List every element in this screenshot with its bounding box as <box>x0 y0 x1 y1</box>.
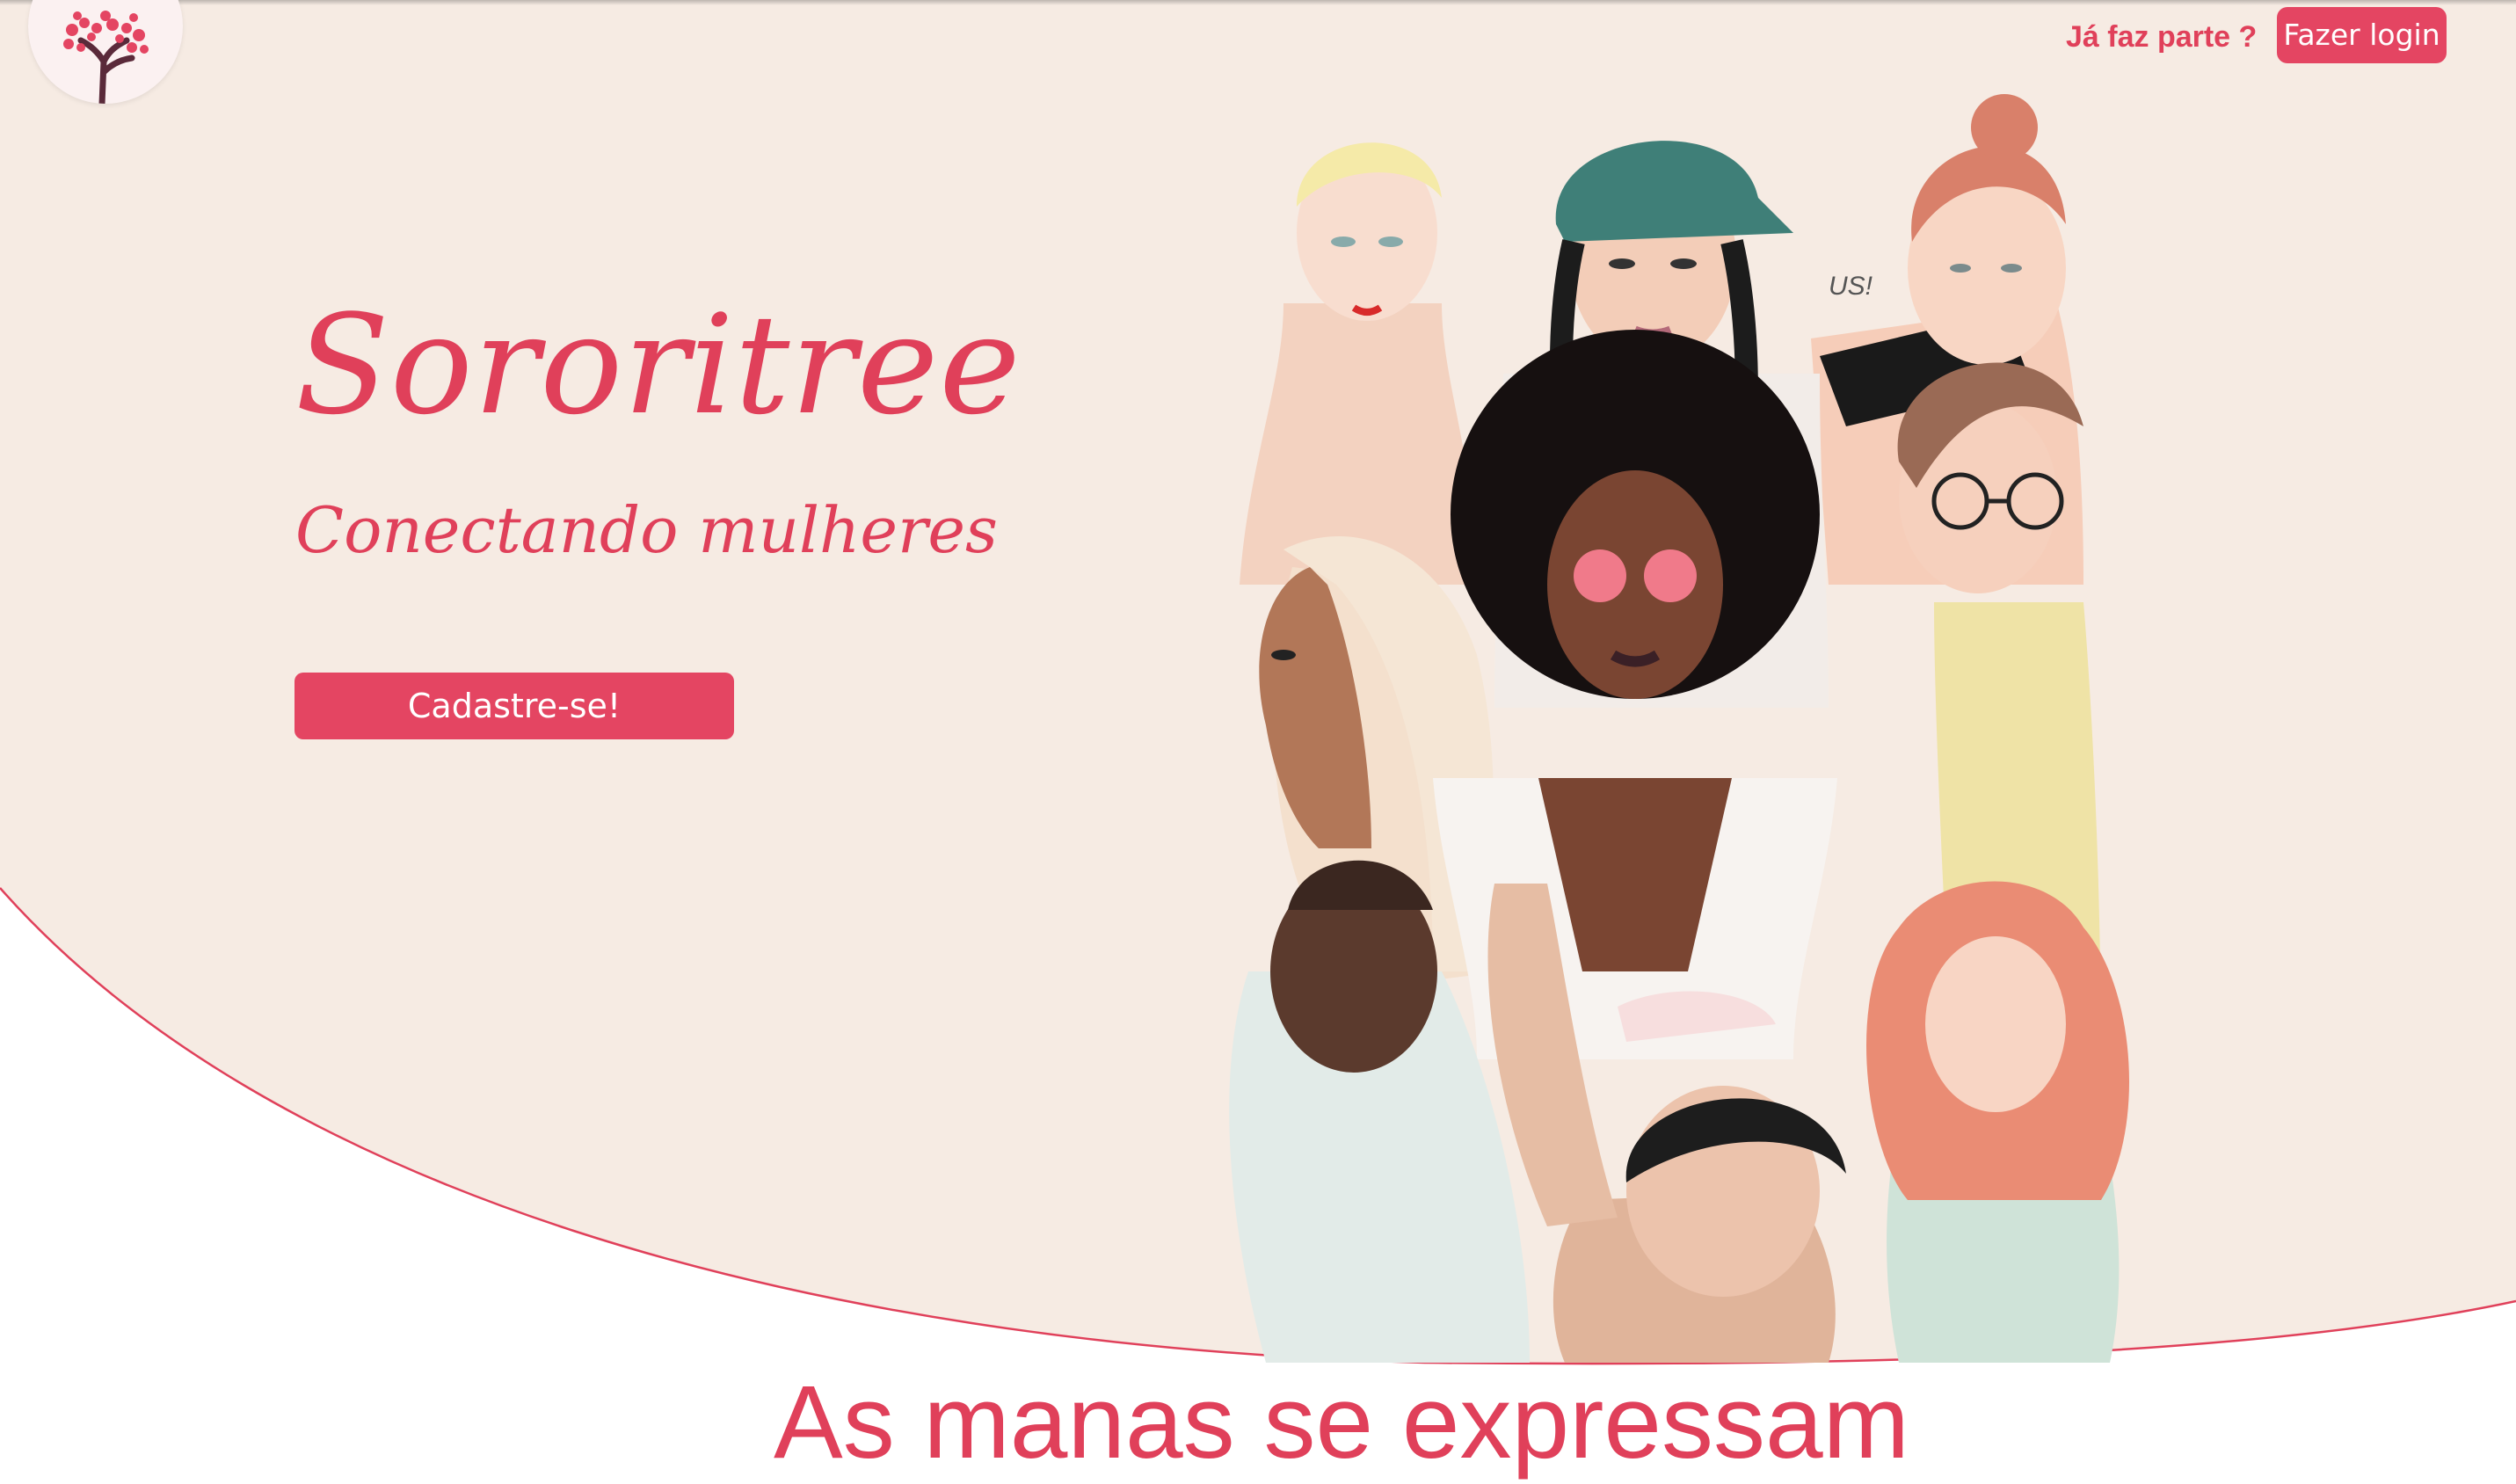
illustration-caption: US! <box>1829 272 1873 301</box>
hero-title: Sororitree <box>295 285 1022 445</box>
already-member-label[interactable]: Já faz parte ? <box>2066 16 2257 58</box>
top-shadow-line <box>0 0 2516 5</box>
women-illustration: US! <box>1229 94 2130 1363</box>
hero-subtitle: Conectando mulheres <box>295 493 998 567</box>
login-button[interactable]: Fazer login <box>2277 7 2447 63</box>
signup-button[interactable]: Cadastre-se! <box>295 673 734 739</box>
woman-redhead-long <box>1865 881 2130 1363</box>
woman-blonde <box>1240 142 1477 585</box>
section-heading: As manas se expressam <box>774 1364 1909 1480</box>
